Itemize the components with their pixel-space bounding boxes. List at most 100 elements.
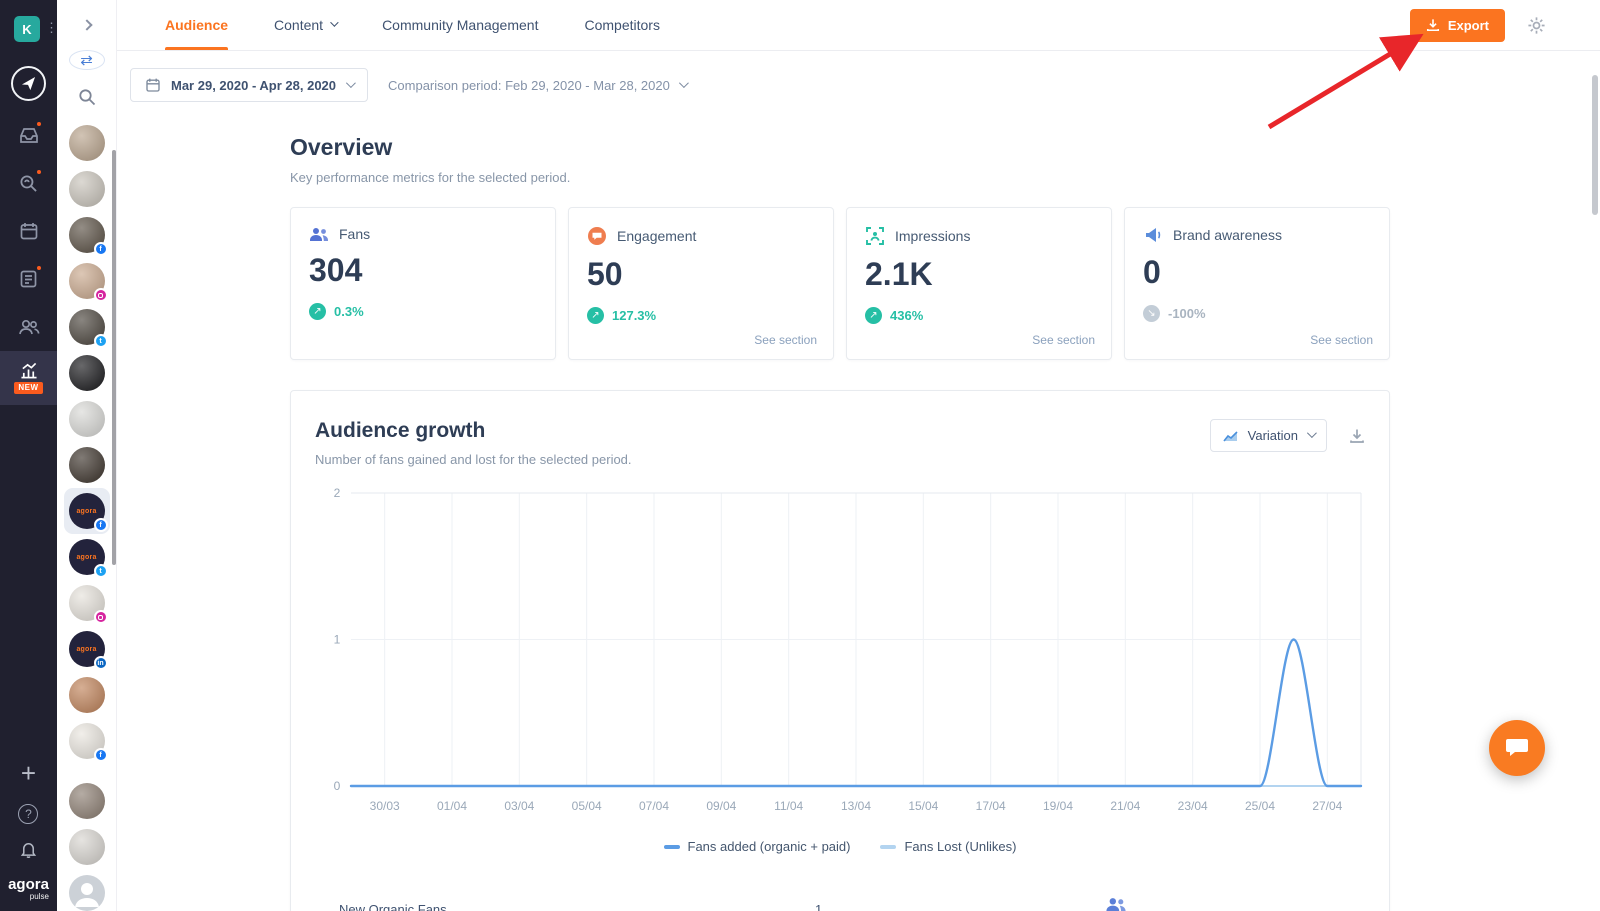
svg-text:21/04: 21/04	[1110, 799, 1140, 813]
profile-avatar[interactable]	[69, 875, 105, 911]
svg-text:09/04: 09/04	[706, 799, 736, 813]
metric-value: 50	[587, 256, 815, 293]
profile-avatar[interactable]	[69, 783, 105, 819]
plane-icon[interactable]	[11, 66, 46, 101]
trend-up-icon: ↗	[865, 307, 882, 324]
plus-icon[interactable]: +	[21, 760, 36, 786]
chevron-down-icon	[346, 78, 356, 88]
analytics-icon[interactable]: NEW	[0, 351, 57, 405]
profile-avatar[interactable]	[69, 355, 105, 391]
profile-avatar-selected[interactable]: agoraf	[69, 493, 105, 529]
chat-bubble-icon[interactable]	[1489, 720, 1545, 776]
engagement-icon	[587, 226, 607, 246]
tab-competitors[interactable]: Competitors	[584, 0, 659, 50]
chevron-down-icon	[1307, 428, 1317, 438]
overview-subtitle: Key performance metrics for the selected…	[290, 170, 1390, 185]
metric-value: 2.1K	[865, 256, 1093, 293]
date-range-picker[interactable]: Mar 29, 2020 - Apr 28, 2020	[130, 68, 368, 102]
workspace-row: K ⋮	[0, 16, 57, 46]
audience-growth-subtitle: Number of fans gained and lost for the s…	[315, 452, 632, 467]
expand-icon[interactable]	[83, 16, 91, 34]
export-button[interactable]: Export	[1410, 9, 1505, 42]
svg-text:23/04: 23/04	[1178, 799, 1208, 813]
svg-text:25/04: 25/04	[1245, 799, 1275, 813]
ig-badge-icon	[94, 610, 108, 624]
profile-avatar[interactable]	[69, 585, 105, 621]
profile-avatar[interactable]	[69, 829, 105, 865]
profile-avatar[interactable]	[69, 263, 105, 299]
metric-value: 304	[309, 252, 537, 289]
listening-icon[interactable]	[0, 159, 57, 207]
svg-text:11/04: 11/04	[774, 799, 803, 813]
fb-badge-icon: f	[94, 748, 108, 762]
chart-legend: Fans added (organic + paid)Fans Lost (Un…	[315, 839, 1365, 854]
profile-avatar[interactable]	[69, 677, 105, 713]
fb-badge-icon: f	[94, 242, 108, 256]
svg-text:1: 1	[334, 633, 341, 647]
bell-icon[interactable]	[20, 840, 37, 863]
kebab-menu-icon[interactable]: ⋮	[45, 21, 58, 34]
metric-trend-value: -100%	[1168, 306, 1206, 321]
notification-dot	[35, 120, 43, 128]
avatar	[69, 875, 105, 911]
brand-awareness-icon	[1143, 226, 1163, 244]
audience-growth-chart: 01230/0301/0403/0405/0407/0409/0411/0413…	[315, 481, 1367, 826]
profile-avatar[interactable]: agorat	[69, 539, 105, 575]
help-icon[interactable]: ?	[18, 804, 38, 824]
tab-audience[interactable]: Audience	[165, 0, 228, 50]
profile-avatar[interactable]: agorain	[69, 631, 105, 667]
audience-growth-title: Audience growth	[315, 419, 632, 443]
download-icon[interactable]	[1349, 428, 1365, 444]
svg-text:30/03: 30/03	[370, 799, 400, 813]
gear-icon[interactable]	[1527, 16, 1546, 35]
trend-up-icon: ↗	[587, 307, 604, 324]
profile-avatar[interactable]: f	[69, 217, 105, 253]
calendar-small-icon	[145, 77, 161, 93]
search-icon[interactable]	[78, 88, 96, 111]
main-tabs: Audience Content Community Management Compe…	[165, 0, 660, 50]
svg-text:0: 0	[334, 779, 341, 793]
metric-trend-value: 0.3%	[334, 304, 364, 319]
fb-badge-icon: f	[94, 518, 108, 532]
tw-badge-icon: t	[94, 334, 108, 348]
comparison-period-dropdown[interactable]: Comparison period: Feb 29, 2020 - Mar 28…	[388, 78, 686, 93]
profile-avatar[interactable]	[69, 171, 105, 207]
table-row: New Organic Fans 1	[315, 890, 1365, 911]
page-scrollbar[interactable]	[1592, 75, 1598, 215]
see-section-link[interactable]: See section	[1310, 333, 1373, 347]
profile-switch-icon[interactable]: ⇄	[69, 50, 105, 70]
avatar	[69, 677, 105, 713]
profile-avatar[interactable]	[69, 447, 105, 483]
avatar	[69, 829, 105, 865]
workspace-avatar[interactable]: K	[14, 16, 40, 42]
tab-community-management[interactable]: Community Management	[382, 0, 538, 50]
avatar	[69, 447, 105, 483]
see-section-link[interactable]: See section	[754, 333, 817, 347]
avatar	[69, 125, 105, 161]
profile-list: f t agoraf agorat agorain f f	[57, 125, 116, 911]
content-container: Overview Key performance metrics for the…	[290, 134, 1390, 911]
profile-avatar[interactable]	[69, 125, 105, 161]
chevron-down-icon	[679, 78, 689, 88]
inbox-icon[interactable]	[0, 111, 57, 159]
profile-avatar[interactable]: f	[69, 723, 105, 759]
metric-cards-row: Fans304↗0.3%Engagement50↗127.3%See secti…	[290, 207, 1390, 360]
metric-card-engagement: Engagement50↗127.3%See section	[568, 207, 834, 360]
export-download-icon	[1426, 18, 1440, 32]
overview-title: Overview	[290, 134, 1390, 161]
top-header: Audience Content Community Management Compe…	[117, 0, 1600, 51]
profile-avatar[interactable]	[69, 401, 105, 437]
tab-content[interactable]: Content	[274, 0, 336, 50]
svg-text:19/04: 19/04	[1043, 799, 1073, 813]
variation-select[interactable]: Variation	[1210, 419, 1327, 452]
metric-value: 0	[1143, 254, 1371, 291]
profile-rail: ⇄ f t agoraf agorat agorain f f	[57, 0, 117, 911]
see-section-link[interactable]: See section	[1032, 333, 1095, 347]
rail-scrollbar[interactable]	[112, 150, 116, 565]
community-icon[interactable]	[0, 303, 57, 351]
calendar-icon[interactable]	[0, 207, 57, 255]
ig-badge-icon	[94, 288, 108, 302]
legend-dash-icon	[880, 845, 896, 849]
publishing-icon[interactable]	[0, 255, 57, 303]
profile-avatar[interactable]: t	[69, 309, 105, 345]
